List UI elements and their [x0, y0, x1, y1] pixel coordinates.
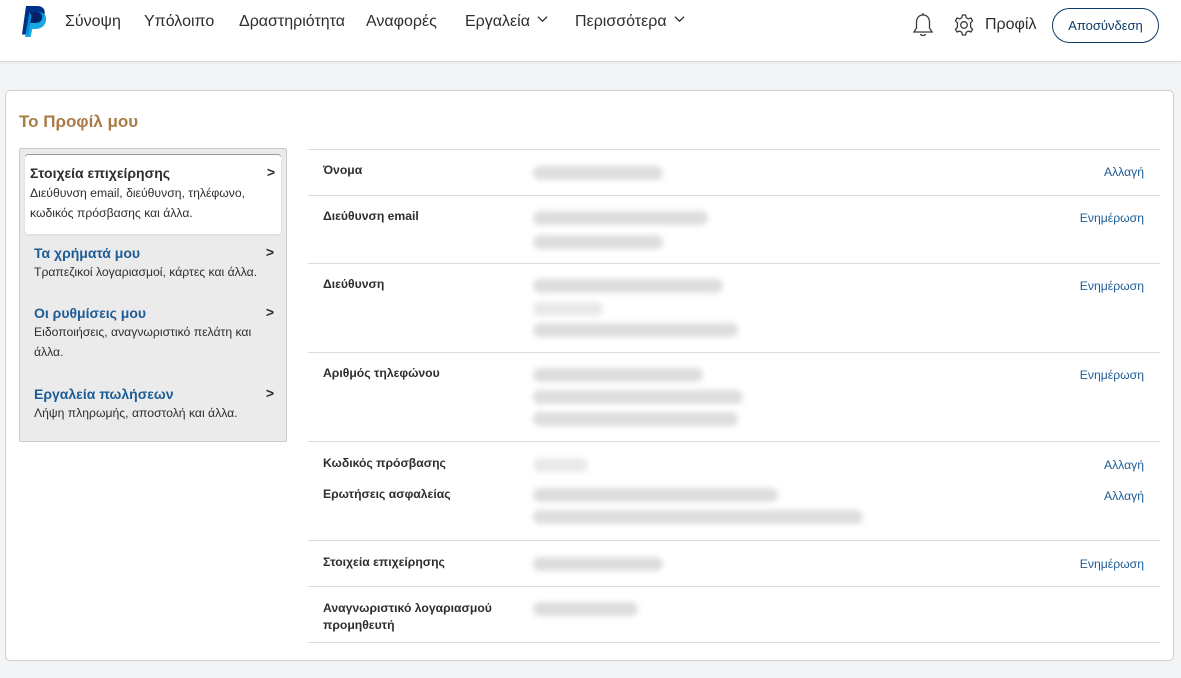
redacted-value [533, 390, 743, 404]
row-label-merchant-account-id: Αναγνωριστικό λογαριασμού προμηθευτή [323, 601, 492, 632]
nav-activity[interactable]: Δραστηριότητα [239, 13, 345, 31]
sidebar-item-description: Τραπεζικοί λογαριασμοί, κάρτες και άλλα. [34, 265, 258, 279]
divider [308, 642, 1160, 643]
chevron-right-icon: > [265, 304, 274, 320]
chevron-right-icon: > [266, 164, 275, 180]
divider [308, 149, 1160, 150]
redacted-value [533, 510, 863, 524]
sidebar-item-title: Στοιχεία επιχείρησης [30, 165, 171, 181]
redacted-value [533, 602, 638, 616]
redacted-value [533, 488, 778, 502]
nav-tools-label: Εργαλεία [465, 13, 530, 30]
nav-reports[interactable]: Αναφορές [366, 13, 437, 31]
redacted-value [533, 323, 738, 337]
row-label-address: Διεύθυνση [323, 277, 385, 291]
change-security-questions-link[interactable]: Αλλαγή [1104, 489, 1144, 503]
logout-button[interactable]: Αποσύνδεση [1052, 8, 1159, 43]
chevron-right-icon: > [265, 244, 274, 260]
top-navigation-bar: Σύνοψη Υπόλοιπο Δραστηριότητα Αναφορές Ε… [0, 0, 1181, 62]
divider [308, 540, 1160, 541]
sidebar-item-title: Εργαλεία πωλήσεων [34, 386, 174, 402]
update-address-link[interactable]: Ενημέρωση [1080, 279, 1144, 293]
update-business-info-link[interactable]: Ενημέρωση [1080, 557, 1144, 571]
divider [308, 195, 1160, 196]
profile-side-menu: Στοιχεία επιχείρησης > Διεύθυνση email, … [19, 148, 287, 442]
nav-balance[interactable]: Υπόλοιπο [144, 13, 214, 31]
row-label-email: Διεύθυνση email [323, 209, 419, 223]
nav-summary[interactable]: Σύνοψη [65, 13, 121, 31]
page-title: Το Προφίλ μου [19, 112, 139, 131]
redacted-value [533, 235, 663, 249]
update-email-link[interactable]: Ενημέρωση [1080, 211, 1144, 225]
redacted-value [533, 557, 663, 571]
profile-link[interactable]: Προφίλ [985, 16, 1036, 34]
nav-more-label: Περισσότερα [575, 13, 667, 30]
sidebar-item-title: Τα χρήματά μου [34, 245, 141, 261]
redacted-value [533, 166, 663, 180]
divider [308, 352, 1160, 353]
redacted-value [533, 211, 708, 225]
row-label-phone: Αριθμός τηλεφώνου [323, 366, 440, 380]
redacted-value [533, 412, 738, 426]
profile-card: Το Προφίλ μου Στοιχεία επιχείρησης > Διε… [5, 90, 1174, 661]
chevron-down-icon [537, 16, 548, 23]
divider [308, 263, 1160, 264]
change-password-link[interactable]: Αλλαγή [1104, 458, 1144, 472]
nav-more[interactable]: Περισσότερα [575, 13, 685, 31]
sidebar-item-title: Οι ρυθμίσεις μου [34, 305, 147, 321]
paypal-logo[interactable] [18, 5, 48, 38]
sidebar-item-sales-tools[interactable]: Εργαλεία πωλήσεων > Λήψη πληρωμής, αποστ… [20, 385, 286, 428]
gear-icon[interactable] [952, 13, 976, 37]
nav-tools[interactable]: Εργαλεία [465, 13, 548, 31]
redacted-value [533, 368, 703, 382]
change-name-link[interactable]: Αλλαγή [1104, 165, 1144, 179]
divider [308, 441, 1160, 442]
row-label-security-questions: Ερωτήσεις ασφαλείας [323, 487, 451, 501]
divider [308, 586, 1160, 587]
chevron-down-icon [674, 16, 685, 23]
sidebar-item-business-info[interactable]: Στοιχεία επιχείρησης > Διεύθυνση email, … [25, 155, 281, 234]
bell-icon[interactable] [911, 12, 935, 38]
update-phone-link[interactable]: Ενημέρωση [1080, 368, 1144, 382]
profile-details: Όνομα Αλλαγή Διεύθυνση email Ενημέρωση Δ… [308, 148, 1160, 648]
redacted-value [533, 279, 723, 293]
redacted-value [533, 458, 588, 472]
row-label-password: Κωδικός πρόσβασης [323, 456, 446, 470]
row-label-name: Όνομα [323, 163, 363, 177]
redacted-value [533, 302, 603, 316]
chevron-right-icon: > [265, 385, 274, 401]
sidebar-item-my-settings[interactable]: Οι ρυθμίσεις μου > Ειδοποιήσεις, αναγνωρ… [20, 304, 286, 365]
sidebar-item-description: Διεύθυνση email, διεύθυνση, τηλέφωνο, κω… [30, 186, 246, 220]
sidebar-item-description: Λήψη πληρωμής, αποστολή και άλλα. [34, 406, 238, 420]
row-label-business-info: Στοιχεία επιχείρησης [323, 555, 445, 569]
sidebar-item-description: Ειδοποιήσεις, αναγνωριστικό πελάτη και ά… [34, 325, 252, 359]
sidebar-item-my-money[interactable]: Τα χρήματά μου > Τραπεζικοί λογαριασμοί,… [20, 244, 286, 287]
